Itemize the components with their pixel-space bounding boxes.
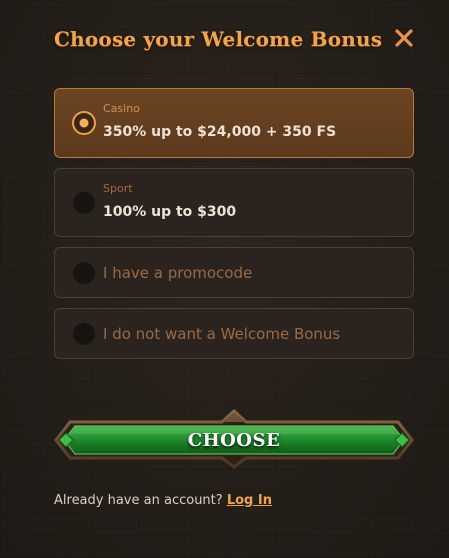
radio-button[interactable]	[72, 261, 96, 285]
close-button[interactable]	[391, 25, 417, 51]
account-prompt-text: Already have an account?	[54, 493, 223, 508]
option-label: I do not want a Welcome Bonus	[103, 325, 341, 343]
bonus-option-sport[interactable]: Sport 100% up to $300	[54, 168, 414, 237]
bonus-option-promocode[interactable]: I have a promocode	[54, 247, 414, 298]
account-prompt: Already have an account? Log In	[54, 493, 272, 508]
modal-title: Choose your Welcome Bonus	[54, 27, 383, 51]
option-label: 100% up to $300	[103, 204, 237, 220]
option-label: 350% up to $24,000 + 350 FS	[103, 124, 337, 140]
radio-button-selected[interactable]	[72, 111, 96, 135]
choose-button[interactable]: CHOOSE	[54, 409, 414, 471]
option-category: Casino	[103, 102, 140, 115]
radio-dot	[79, 118, 89, 128]
option-label: I have a promocode	[103, 264, 253, 282]
login-link[interactable]: Log In	[227, 493, 272, 508]
radio-button[interactable]	[72, 191, 96, 215]
close-x-icon	[395, 29, 413, 47]
radio-button[interactable]	[72, 322, 96, 346]
option-category: Sport	[103, 182, 133, 195]
bonus-option-casino[interactable]: Casino 350% up to $24,000 + 350 FS	[54, 88, 414, 158]
welcome-bonus-modal: Choose your Welcome Bonus Casino 350% up…	[0, 0, 449, 558]
choose-button-label: CHOOSE	[187, 429, 281, 451]
bonus-option-no-bonus[interactable]: I do not want a Welcome Bonus	[54, 308, 414, 359]
